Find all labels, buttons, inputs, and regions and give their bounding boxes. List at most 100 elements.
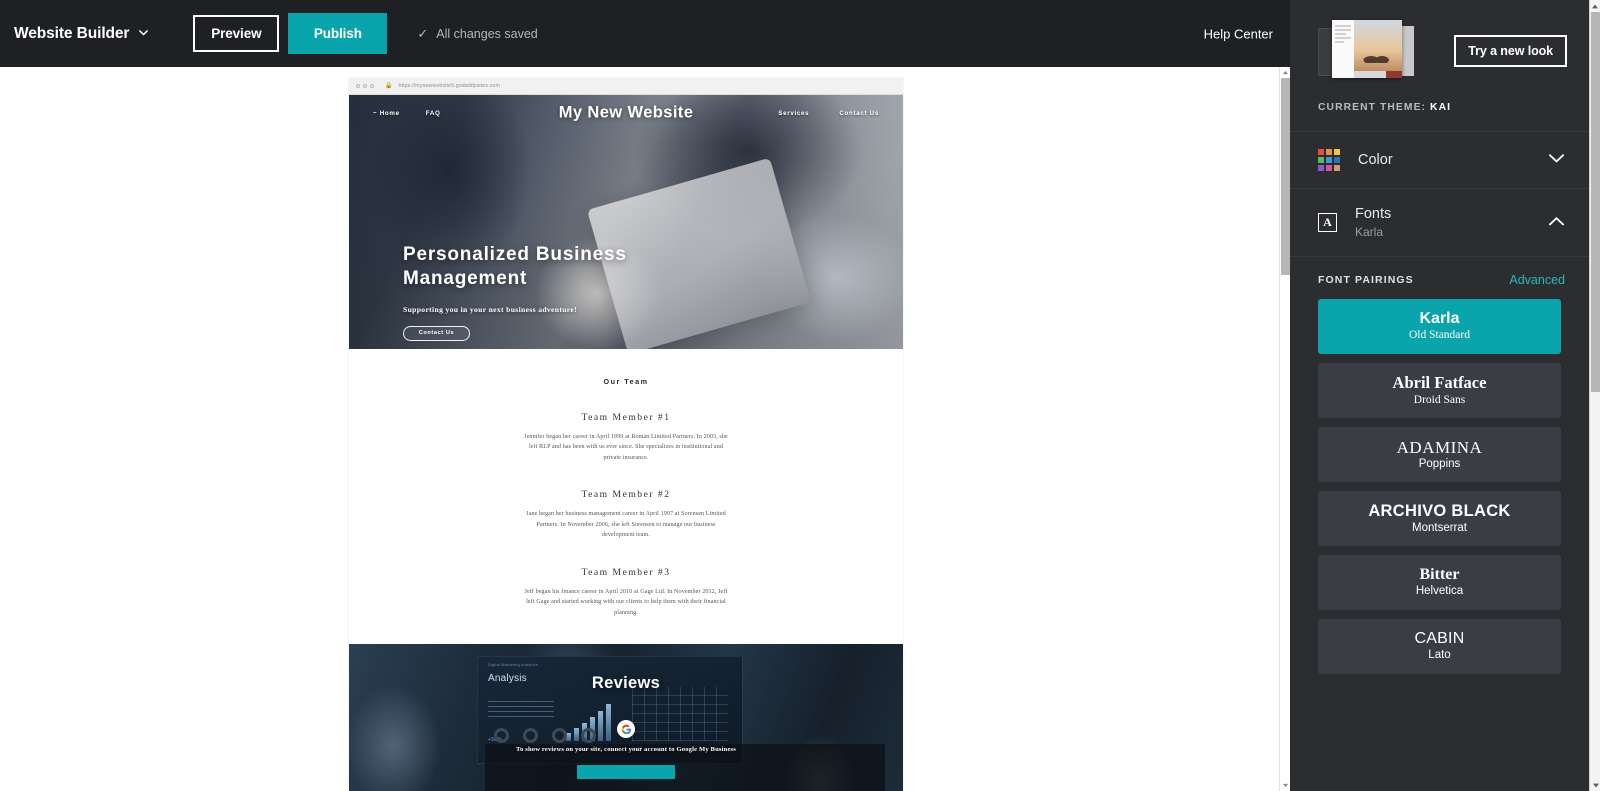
team-member: Team Member #3 Jeff began his finance ca… [349,567,903,618]
address-bar-url: https://mynewwebsite5.godaddysites.com [398,83,500,89]
workspace: 🔒 https://mynewwebsite5.godaddysites.com… [0,0,1600,791]
theme-preview-row: Try a new look [1290,0,1589,82]
theme-panel: WEBSITE [1290,0,1600,791]
font-pairing-body-font: Lato [1428,649,1451,662]
save-status: ✓ All changes saved [417,27,537,41]
site-preview-canvas: 🔒 https://mynewwebsite5.godaddysites.com… [0,67,1290,791]
font-pairing-body-font: Droid Sans [1413,393,1466,406]
canvas-scrollbar[interactable] [1279,67,1290,791]
panel-scrollbar[interactable] [1589,0,1600,791]
browser-dot-icon [356,84,360,88]
chevron-down-icon[interactable] [1548,151,1565,169]
site-title[interactable]: My New Website [559,104,694,123]
hero-copy: Personalized Business Management Support… [403,243,743,341]
check-icon: ✓ [417,26,429,41]
reviews-title[interactable]: Reviews [592,674,660,693]
font-pairing-option[interactable]: Abril Fatface Droid Sans [1318,363,1561,418]
site-nav-item-services[interactable]: Services [778,110,809,117]
font-pairings-header: FONT PAIRINGS Advanced [1290,256,1589,299]
accordion-color[interactable]: Color [1290,131,1589,188]
team-member: Team Member #1 Jennifer began her career… [349,412,903,463]
site-nav-item-faq[interactable]: FAQ [426,110,441,117]
font-pairing-heading-font: Karla [1419,310,1460,328]
font-pairing-option[interactable]: Karla Old Standard [1318,299,1561,354]
browser-dot-icon [370,84,374,88]
dashboard-grid-chart [632,687,728,742]
font-pairing-heading-font: Bitter [1419,566,1460,584]
preview-button[interactable]: Preview [193,15,280,52]
canvas-scrollbar-thumb[interactable] [1281,78,1290,275]
team-member-name[interactable]: Team Member #2 [349,489,903,500]
site-nav-item-contact-us[interactable]: Contact Us [839,110,879,117]
panel-scrollbar-thumb[interactable] [1591,12,1600,392]
font-pairings-title: FONT PAIRINGS [1318,274,1414,286]
browser-dot-icon [363,84,367,88]
accordion-color-title: Color [1358,152,1393,168]
font-pairings-advanced-link[interactable]: Advanced [1509,273,1565,287]
team-member: Team Member #2 Jane began her business m… [349,489,903,540]
font-pairing-option[interactable]: CABIN Lato [1318,619,1561,674]
scroll-down-arrow-icon[interactable] [1280,780,1290,791]
scroll-up-arrow-icon[interactable] [1590,0,1600,12]
website-builder-app: Website Builder Preview Publish ✓ All ch… [0,0,1600,791]
reviews-connect-note: To show reviews on your site, connect yo… [516,746,736,754]
dashboard-label: Digital Marketing Analytics [488,663,539,668]
site-nav-item-home[interactable]: ~ Home [373,110,400,117]
hero-contact-us-button[interactable]: Contact Us [403,325,470,341]
dashboard-text-lines [488,701,554,721]
accordion-fonts-subtitle: Karla [1355,225,1384,239]
font-pairing-body-font: Helvetica [1415,585,1464,598]
save-status-label: All changes saved [436,26,538,41]
google-icon [617,720,635,739]
brand-label: Website Builder [14,24,130,42]
current-theme-value: KAI [1430,102,1452,113]
site-nav-left: ~ Home FAQ [373,110,441,117]
font-pairing-body-font: Poppins [1418,457,1461,470]
font-pairing-option[interactable]: ADAMINA Poppins [1318,427,1561,482]
browser-chrome: 🔒 https://mynewwebsite5.godaddysites.com [349,78,903,95]
team-member-bio[interactable]: Jennifer began her career in April 1999 … [521,432,731,463]
font-pairing-heading-font: Abril Fatface [1392,373,1487,393]
reviews-connect-button[interactable] [577,765,675,780]
scroll-up-arrow-icon[interactable] [1280,67,1290,78]
team-member-name[interactable]: Team Member #1 [349,412,903,423]
help-center-link[interactable]: Help Center [1204,26,1273,41]
font-letter-icon: A [1318,213,1337,232]
site-team-section: Our Team Team Member #1 Jennifer began h… [349,349,903,645]
chevron-down-icon [138,27,149,38]
try-a-new-look-button[interactable]: Try a new look [1454,35,1567,67]
publish-button[interactable]: Publish [288,13,388,54]
site-navigation: ~ Home FAQ My New Website Services Conta… [349,95,903,131]
font-pairing-heading-font: ADAMINA [1396,437,1483,457]
dashboard-circles [494,728,596,744]
font-pairings-list: Karla Old Standard Abril Fatface Droid S… [1290,299,1589,674]
lock-icon: 🔒 [385,83,393,89]
hero-subheading[interactable]: Supporting you in your next business adv… [403,305,743,314]
team-member-bio[interactable]: Jeff began his finance career in April 2… [521,587,731,618]
accordion-fonts-title: Fonts [1355,206,1392,222]
brand-menu[interactable]: Website Builder [14,25,149,43]
accordion-fonts[interactable]: A Fonts Karla [1290,188,1589,256]
font-pairing-heading-font: CABIN [1414,630,1465,648]
font-pairing-option[interactable]: ARCHIVO BLACK Montserrat [1318,491,1561,546]
site-hero-section: ~ Home FAQ My New Website Services Conta… [349,95,903,349]
current-theme-label: CURRENT THEME: KAI [1290,82,1589,131]
current-theme-prefix: CURRENT THEME: [1318,102,1427,113]
font-pairing-option[interactable]: Bitter Helvetica [1318,555,1561,610]
site-nav-right: Services Contact Us [778,110,879,117]
site-reviews-section: Digital Marketing Analytics Analysis +50… [349,644,903,791]
dashboard-title: Analysis [488,673,527,685]
hero-heading[interactable]: Personalized Business Management [403,243,743,292]
team-member-name[interactable]: Team Member #3 [349,567,903,578]
site-preview-frame: 🔒 https://mynewwebsite5.godaddysites.com… [349,78,903,791]
chevron-up-icon[interactable] [1548,214,1565,232]
font-pairing-body-font: Montserrat [1412,521,1467,534]
color-swatches-icon [1318,149,1340,171]
team-section-kicker[interactable]: Our Team [349,377,903,386]
scroll-down-arrow-icon[interactable] [1590,779,1600,791]
team-member-bio[interactable]: Jane began her business management caree… [521,509,731,540]
theme-thumbnail[interactable] [1318,20,1414,82]
font-pairing-body-font: Old Standard [1408,329,1470,342]
theme-panel-content: Try a new look CURRENT THEME: KAI Color … [1290,0,1600,791]
font-pairing-heading-font: ARCHIVO BLACK [1368,502,1511,521]
